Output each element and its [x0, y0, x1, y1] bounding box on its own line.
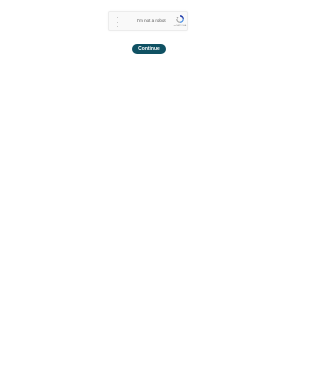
- recaptcha-brand-text: reCAPTCHA: [173, 25, 187, 27]
- captcha-label: I'm not a robot: [137, 18, 166, 23]
- recaptcha-logo: reCAPTCHA: [173, 15, 187, 30]
- recaptcha-widget[interactable]: I'm not a robot reCAPTCHA: [108, 11, 188, 31]
- recaptcha-logo-icon: [176, 15, 184, 23]
- continue-button[interactable]: Continue: [132, 44, 166, 54]
- page: I'm not a robot reCAPTCHA Continue: [0, 0, 298, 386]
- vertical-dots-icon: [116, 17, 118, 27]
